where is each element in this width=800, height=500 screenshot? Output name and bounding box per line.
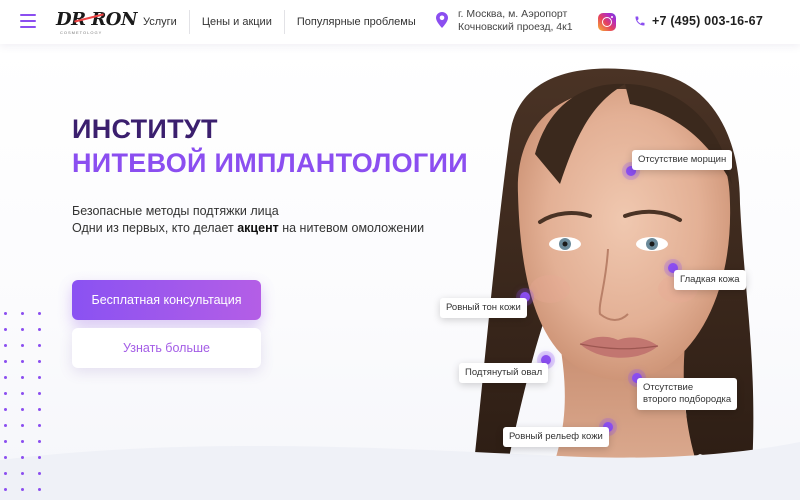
decorative-dot <box>4 456 7 459</box>
logo[interactable]: DR RON COSMETOLOGY <box>56 9 137 35</box>
nav-item-problems[interactable]: Популярные проблемы <box>285 10 428 34</box>
callout-line: Отсутствие <box>643 382 694 393</box>
menu-icon[interactable] <box>20 14 36 28</box>
decorative-dot <box>4 392 7 395</box>
callout-tight-oval: Подтянутый овал <box>459 363 549 383</box>
decorative-dot <box>21 408 24 411</box>
callout-no-double-chin: Отсутствие второго подбородка <box>637 378 738 410</box>
decorative-dot <box>21 472 24 475</box>
decorative-dot <box>21 424 24 427</box>
callout-even-relief: Ровный рельеф кожи <box>503 427 609 447</box>
subtitle-text: на нитевом омоложении <box>278 221 425 235</box>
decorative-dot <box>21 312 24 315</box>
decorative-dot <box>4 488 7 491</box>
decorative-dot <box>21 344 24 347</box>
phone-link[interactable]: +7 (495) 003-16-67 <box>634 14 763 28</box>
decorative-dot <box>4 312 7 315</box>
decorative-dot <box>38 424 41 427</box>
logo-text: DR RON <box>56 9 137 30</box>
decorative-dot <box>38 456 41 459</box>
decorative-dot <box>38 440 41 443</box>
hero-title-line-2: НИТЕВОЙ ИМПЛАНТОЛОГИИ <box>72 148 468 178</box>
callout-even-tone: Ровный тон кожи <box>440 298 527 318</box>
address-block[interactable]: г. Москва, м. Аэропорт Кочновский проезд… <box>436 8 573 34</box>
decorative-dot <box>4 376 7 379</box>
address-line-1: г. Москва, м. Аэропорт <box>458 8 568 20</box>
decorative-dot <box>38 488 41 491</box>
subtitle-text: Одни из первых, кто делает <box>72 221 238 235</box>
callout-wrinkles: Отсутствие морщин <box>632 150 733 170</box>
decorative-dot-grid <box>4 312 48 500</box>
decorative-dot <box>21 392 24 395</box>
phone-number: +7 (495) 003-16-67 <box>652 14 763 28</box>
bottom-wave <box>0 442 800 500</box>
decorative-dot <box>4 472 7 475</box>
site-header: DR RON COSMETOLOGY Услуги Цены и акции П… <box>0 0 800 44</box>
hero-subtitle-line-1: Безопасные методы подтяжки лица <box>72 204 279 218</box>
decorative-dot <box>4 328 7 331</box>
decorative-dot <box>38 408 41 411</box>
decorative-dot <box>21 360 24 363</box>
decorative-dot <box>21 376 24 379</box>
decorative-dot <box>4 360 7 363</box>
main-nav: Услуги Цены и акции Популярные проблемы <box>131 0 428 44</box>
decorative-dot <box>38 472 41 475</box>
callout-line: второго подбородка <box>643 394 732 405</box>
hero-subtitle-line-2: Одни из первых, кто делает акцент на нит… <box>72 221 424 235</box>
decorative-dot <box>38 312 41 315</box>
logo-subtext: COSMETOLOGY <box>60 30 103 35</box>
decorative-dot <box>21 456 24 459</box>
decorative-dot <box>21 440 24 443</box>
callout-smooth-skin: Гладкая кожа <box>674 270 746 290</box>
subtitle-bold-text: акцент <box>237 221 279 235</box>
location-pin-icon <box>436 12 448 28</box>
decorative-dot <box>21 328 24 331</box>
decorative-dot <box>38 360 41 363</box>
decorative-dot <box>21 488 24 491</box>
address-line-2: Кочновский проезд, 4к1 <box>458 21 573 33</box>
decorative-dot <box>38 328 41 331</box>
decorative-dot <box>4 408 7 411</box>
decorative-dot <box>38 392 41 395</box>
instagram-icon[interactable] <box>598 13 616 31</box>
nav-item-services[interactable]: Услуги <box>131 10 189 34</box>
decorative-dot <box>4 440 7 443</box>
decorative-dot <box>4 424 7 427</box>
phone-icon <box>635 16 645 26</box>
decorative-dot <box>4 344 7 347</box>
free-consultation-button[interactable]: Бесплатная консультация <box>72 280 261 320</box>
decorative-dot <box>38 376 41 379</box>
learn-more-button[interactable]: Узнать больше <box>72 328 261 368</box>
decorative-dot <box>38 344 41 347</box>
nav-item-prices[interactable]: Цены и акции <box>190 10 284 34</box>
hero-title-line-1: ИНСТИТУТ <box>72 114 218 144</box>
